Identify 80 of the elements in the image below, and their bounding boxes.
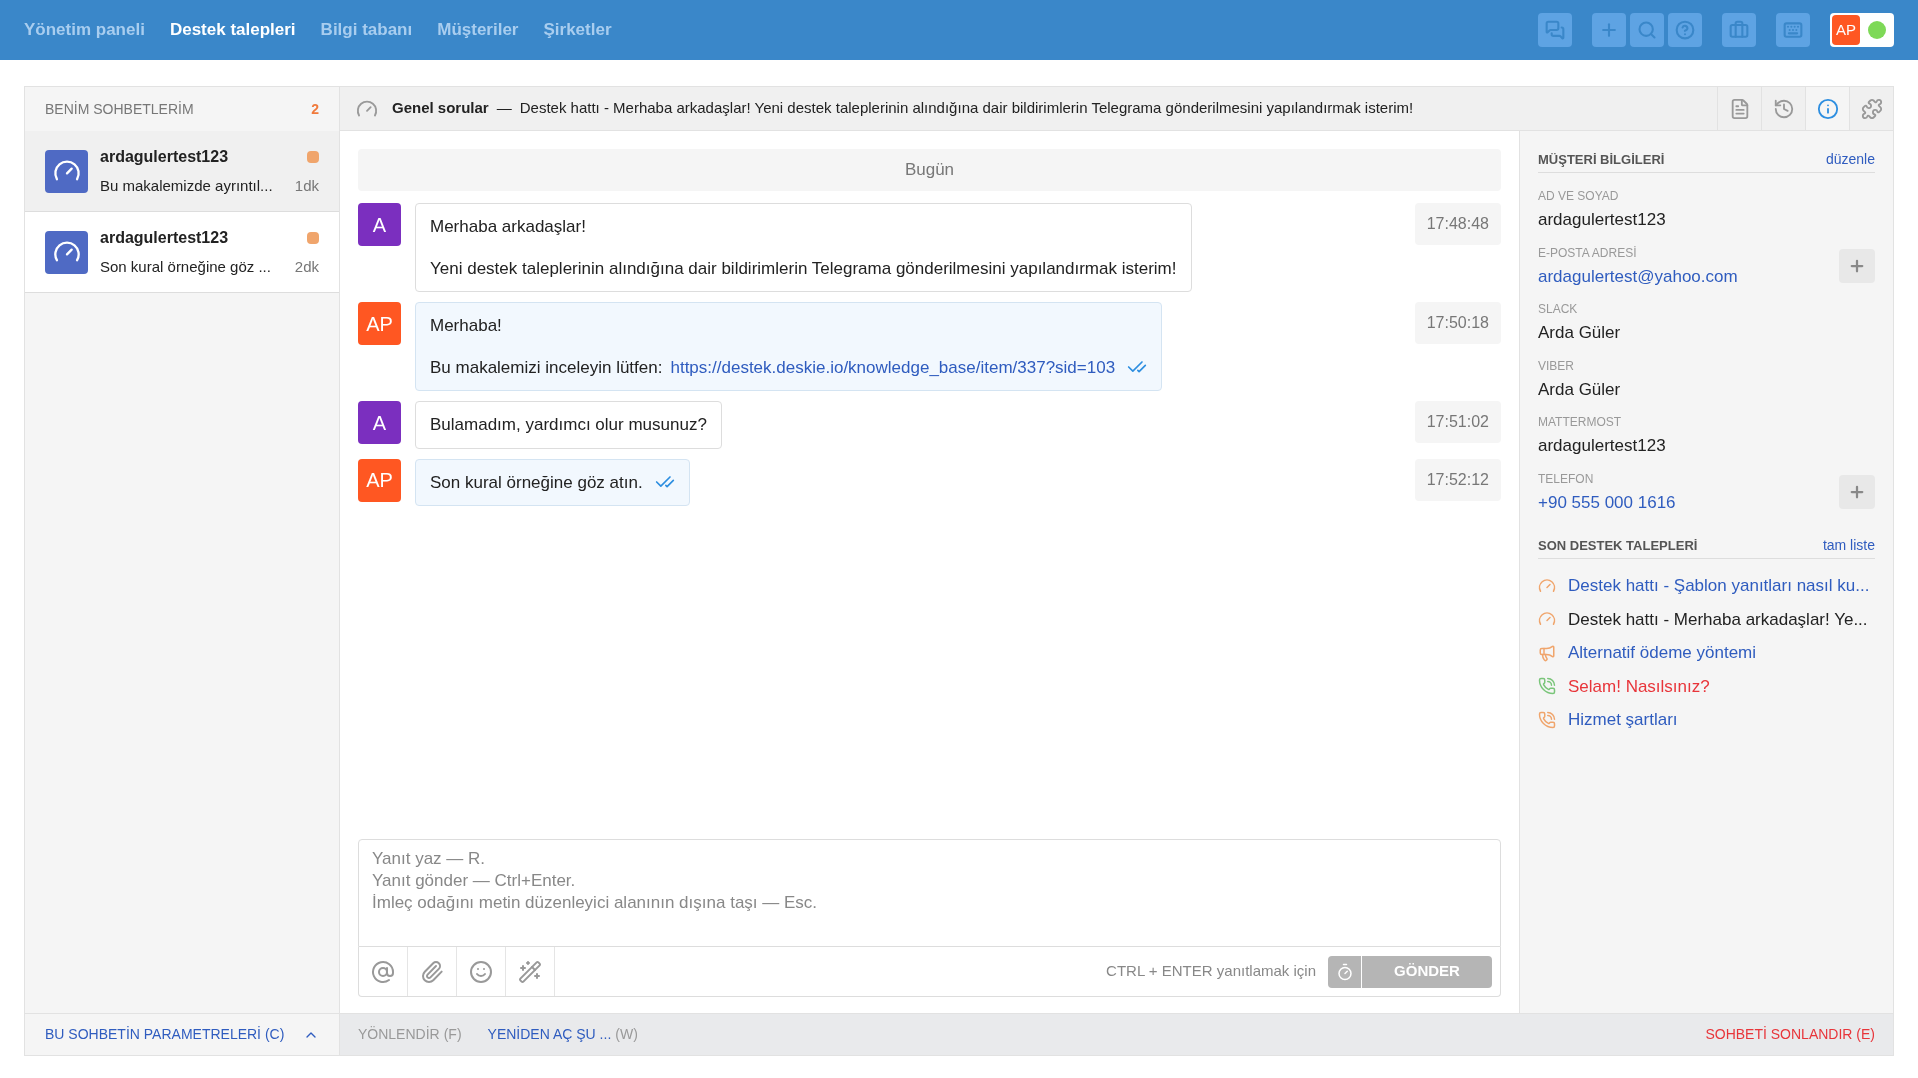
chat-preview: Bu makalemizde ayrıntıl... [100,175,273,196]
sender-avatar: A [358,203,401,246]
search-button[interactable] [1630,13,1664,47]
message-text: Merhaba! [430,315,502,337]
chat-name: ardagulertest123 [100,146,229,167]
attach-icon [420,959,444,984]
ticket-link[interactable]: Destek hattı - Şablon yanıtları nasıl ku... [1568,573,1870,599]
add-button[interactable] [1839,249,1875,284]
message-text: Merhaba arkadaşlar! [430,216,586,238]
user-avatar: AP [1832,15,1860,45]
footer-action[interactable]: YENİDEN AÇ ŞU ... (W) [487,1024,638,1045]
field-label: AD VE SOYAD [1538,188,1620,205]
chat-count: 2 [311,99,319,119]
plus-icon [1599,20,1619,40]
ticket-link[interactable]: Selam! Nasılsınız? [1568,673,1710,699]
mention-icon [371,959,395,984]
plus-button[interactable] [1592,13,1626,47]
chat-button[interactable] [1538,13,1572,47]
ticket-link[interactable]: Destek hattı - Merhaba arkadaşlar! Ye... [1568,606,1868,632]
message-time: 17:52:12 [1414,458,1501,501]
message-link[interactable]: https://destek.deskie.io/knowledge_base/item/337?sid=103 [670,354,1116,380]
briefcase-button[interactable] [1722,13,1756,47]
message-text: Son kural örneğine göz atın. [430,471,643,494]
field-value: Arda Güler [1538,378,1622,401]
message-text: Bulamadım, yardımcı olur musunuz? [430,414,707,436]
info-tab[interactable] [1805,87,1849,130]
field-value: Arda Güler [1538,322,1622,344]
sender-avatar: A [358,401,401,444]
sidebar-title: BENİM SOHBETLERİM [45,99,194,119]
help-icon [1675,20,1695,40]
field-value-link[interactable]: +90 555 000 1616 [1538,489,1839,515]
edit-link[interactable]: düzenle [1825,149,1875,170]
search-icon [1637,20,1657,40]
field-label: TELEFON [1538,470,1595,488]
ticket-link[interactable]: Hizmet şartları [1568,707,1678,733]
field-value: ardagulertest123 [1538,435,1667,457]
history-icon [1772,97,1795,120]
chat-name: ardagulertest123 [100,227,229,248]
chat-list-item[interactable]: ardagulertest123 Son kural örneğine göz ... 2dk [25,212,339,293]
add-button[interactable] [1839,475,1875,510]
section-title: SON DESTEK TALEPLERİ [1538,536,1698,555]
timer-icon [1335,962,1354,981]
section-title: MÜŞTERİ BİLGİLERİ [1538,150,1665,169]
message-text: Bu makalemizi inceleyin lütfen: [430,356,663,379]
chat-list-item[interactable]: ardagulertest123 Bu makalemizde ayrıntıl... 1dk [25,131,339,212]
ticket-link[interactable]: Alternatif ödeme yöntemi [1568,640,1757,666]
info-icon [1816,97,1839,120]
keyboard-button[interactable] [1776,13,1810,47]
briefcase-icon [1729,20,1749,40]
field-label: MATTERMOST [1538,414,1623,431]
field-value-link[interactable]: ardagulertest@yahoo.com [1538,263,1839,289]
field-label: VIBER [1538,357,1575,375]
reply-input-field[interactable]: Yanıt yaz — R. Yanıt gönder — Ctrl+Enter. İmleç odağını metin düzenleyici alanının dışına taşı — Esc. [358,839,1501,947]
field-label: SLACK [1538,301,1579,318]
sender-avatar: AP [358,302,401,345]
user-status-control[interactable]: AP [1830,13,1894,47]
chat-time: 2dk [294,256,319,277]
field-value: ardagulertest123 [1538,209,1667,231]
message-time: 17:51:02 [1414,401,1501,443]
full-list-link[interactable]: tam liste [1822,535,1875,556]
chat-category: Genel sorular [392,98,489,119]
message-text: Yeni destek taleplerinin alındığına dair bildirimlerin Telegrama gönderilmesini yapılandırmak isterim! [430,257,1177,280]
chat-subject: Destek hattı - Merhaba arkadaşlar! Yeni destek taleplerinin alındığına dair bildirimlerin Telegrama gönderilmesini yapılandırmak isterim! [519,98,1414,119]
emoji-icon [469,959,493,984]
nav-link[interactable]: Destek talepleri [169,17,296,43]
puzzle-icon [1860,97,1883,120]
message-time: 17:50:18 [1414,302,1501,344]
help-button[interactable] [1668,13,1702,47]
keyboard-icon [1783,20,1803,40]
chat-preview: Son kural örneğine göz ... [100,256,271,277]
end-chat-button[interactable]: SOHBETİ SONLANDIR (E) [1705,1024,1875,1045]
message-time: 17:48:48 [1414,203,1501,245]
field-label: E-POSTA ADRESİ [1538,244,1638,262]
magic-wand-icon [518,959,542,984]
chat-icon [1545,20,1565,40]
send-hint: CTRL + ENTER yanıtlamak için [1106,961,1316,982]
separator-dash: — [496,98,512,119]
sender-avatar: AP [358,458,401,502]
chat-time: 1dk [294,175,319,196]
timer-button[interactable] [1328,955,1362,988]
